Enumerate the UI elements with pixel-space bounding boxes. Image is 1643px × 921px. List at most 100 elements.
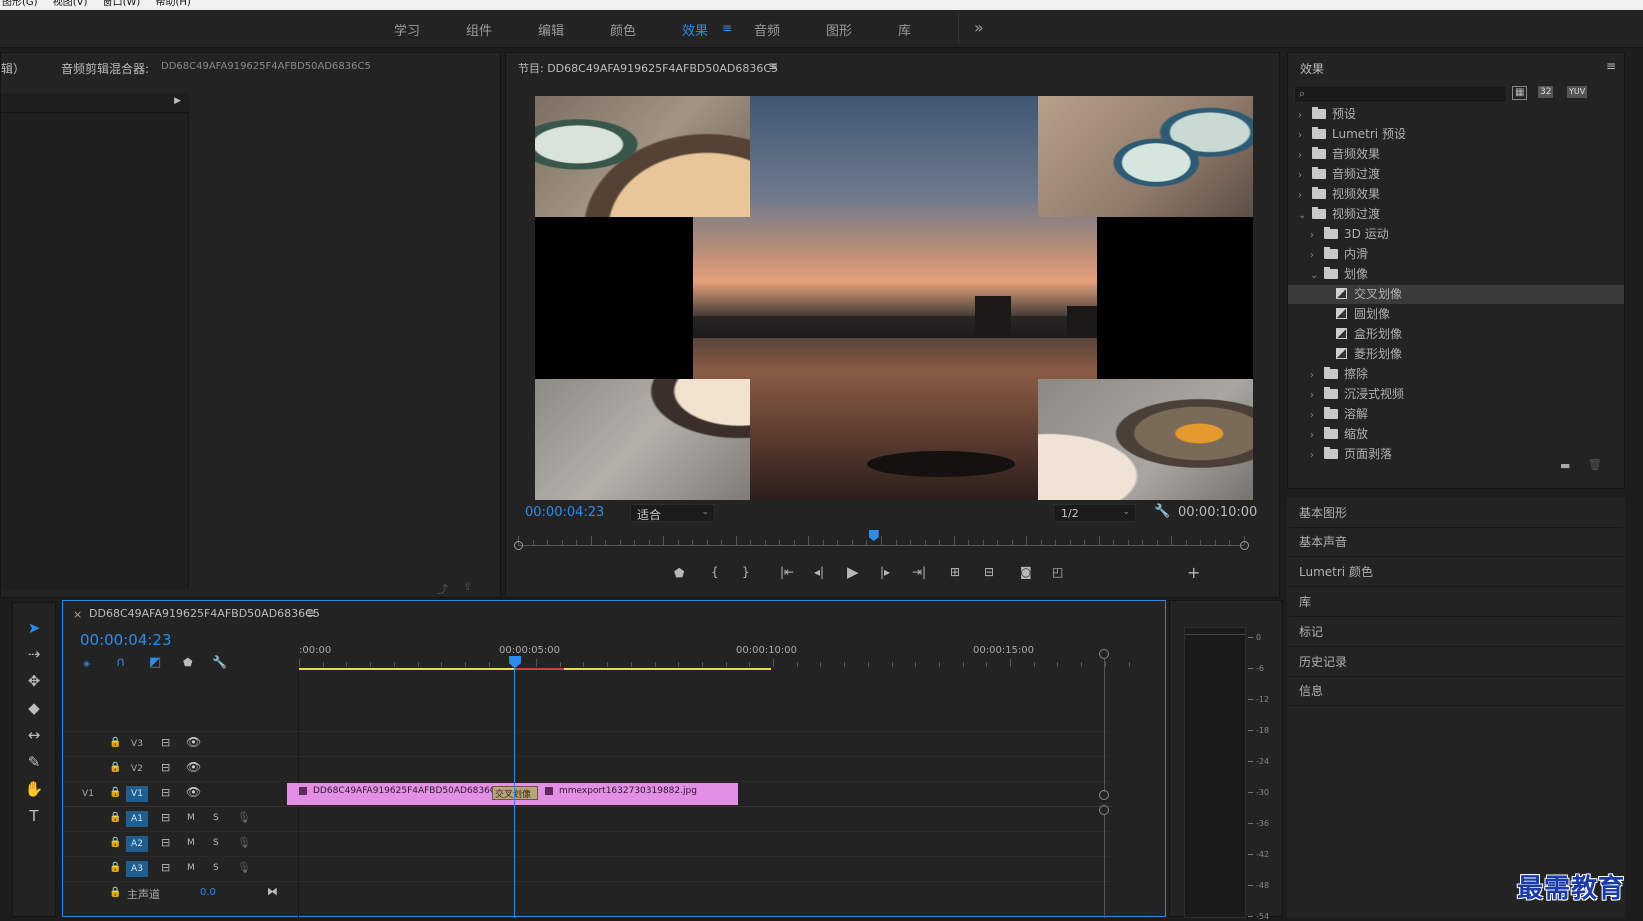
mixer-audio-icon[interactable]: ⤴	[437, 581, 448, 597]
effects-tree-item[interactable]: › 3D 运动	[1288, 225, 1624, 244]
delete-trash-icon[interactable]: 🗑	[1588, 458, 1602, 471]
settings-wrench-icon[interactable]: 🔧	[1154, 504, 1170, 519]
microphone-icon[interactable]: 🎙	[237, 811, 251, 824]
solo-button[interactable]: S	[213, 838, 219, 848]
track-target-a1[interactable]: A1	[126, 811, 148, 827]
go-to-out-icon[interactable]: ⇥|	[912, 565, 926, 579]
chevron-right-icon[interactable]: ›	[1298, 166, 1308, 185]
sync-lock-icon[interactable]: ⊟	[161, 786, 170, 799]
lock-icon[interactable]: 🔒	[109, 887, 121, 898]
razor-tool-icon[interactable]: ◆	[23, 697, 45, 719]
program-current-timecode[interactable]: 00:00:04:23	[525, 505, 604, 520]
chevron-right-icon[interactable]: ›	[1298, 106, 1308, 125]
sync-lock-icon[interactable]: ⊟	[161, 761, 170, 774]
effects-tree-item[interactable]: 菱形划像	[1288, 345, 1624, 364]
nest-sequence-icon[interactable]: ⚹	[83, 656, 90, 671]
32bit-effects-icon[interactable]: 32	[1538, 86, 1554, 98]
ripple-edit-tool-icon[interactable]: ✥	[23, 670, 45, 692]
source-tab-label[interactable]: 辑）	[1, 60, 25, 77]
effects-tree-item[interactable]: › 沉浸式视频	[1288, 385, 1624, 404]
step-forward-icon[interactable]: |▸	[880, 565, 890, 579]
slip-tool-icon[interactable]: ↔	[23, 724, 45, 746]
track-target-v2[interactable]: V2	[126, 761, 148, 777]
resolution-dropdown[interactable]: 1/2 ⌄	[1053, 504, 1136, 522]
effects-tree-item[interactable]: 圆划像	[1288, 305, 1624, 324]
mark-out-icon[interactable]: }	[742, 565, 750, 579]
chevron-right-icon[interactable]: ›	[1310, 246, 1320, 265]
eye-icon[interactable]: 👁	[186, 735, 201, 749]
export-frame-camera-icon[interactable]: ◙	[1020, 565, 1032, 579]
effects-panel-title[interactable]: 效果	[1300, 60, 1324, 77]
chevron-right-icon[interactable]: ›	[1298, 146, 1308, 165]
effects-tree-item[interactable]: › 溶解	[1288, 405, 1624, 424]
timeline-settings-wrench-icon[interactable]: 🔧	[212, 655, 227, 669]
microphone-icon[interactable]: 🎙	[237, 861, 251, 874]
snap-magnet-icon[interactable]: ∩	[116, 655, 126, 670]
panel-menu-icon[interactable]: ≡	[768, 59, 778, 73]
section-info[interactable]: 信息	[1289, 677, 1623, 706]
section-history[interactable]: 历史记录	[1289, 648, 1623, 677]
master-volume-value[interactable]: 0.0	[200, 887, 216, 898]
audio-scroll-handle-top[interactable]	[1099, 805, 1109, 815]
scrub-start-handle[interactable]	[514, 541, 523, 550]
effects-tree-item[interactable]: › 擦除	[1288, 365, 1624, 384]
mute-button[interactable]: M	[187, 863, 195, 873]
track-target-a3[interactable]: A3	[126, 861, 148, 877]
fit-dropdown[interactable]: 适合 ⌄	[630, 504, 715, 522]
workspace-tab-editing[interactable]: 编辑	[538, 20, 564, 39]
workspace-tab-learn[interactable]: 学习	[394, 20, 420, 39]
track-target-a2[interactable]: A2	[126, 836, 148, 852]
chevron-right-icon[interactable]: ›	[1310, 226, 1320, 245]
mute-button[interactable]: M	[187, 813, 195, 823]
effects-tree-item[interactable]: › 音频效果	[1288, 145, 1624, 164]
lock-icon[interactable]: 🔒	[109, 862, 121, 873]
mute-button[interactable]: M	[187, 838, 195, 848]
scrollbar-track[interactable]	[1104, 659, 1105, 792]
audio-scrollbar-track[interactable]	[1104, 815, 1105, 918]
panel-menu-icon[interactable]: ≡	[1606, 59, 1616, 73]
type-tool-icon[interactable]: T	[23, 805, 45, 827]
chevron-down-icon[interactable]: ⌄	[1298, 206, 1308, 225]
chevron-right-icon[interactable]: ›	[1310, 406, 1320, 425]
effects-tree-item[interactable]: › 内滑	[1288, 245, 1624, 264]
program-video-frame[interactable]	[535, 96, 1253, 500]
lock-icon[interactable]: 🔒	[109, 787, 121, 798]
menu-window[interactable]: 窗口(W)	[103, 0, 141, 8]
extract-icon[interactable]: ⊟	[984, 565, 994, 579]
timeline-ruler[interactable]: :00:00 00:00:05:00 00:00:10:00 00:00:15:…	[299, 639, 1145, 673]
yuv-effects-icon[interactable]: YUV	[1567, 86, 1588, 98]
hand-tool-icon[interactable]: ✋	[23, 778, 45, 800]
chevron-right-icon[interactable]: ›	[1310, 426, 1320, 445]
effects-tree-item[interactable]: 盒形划像	[1288, 325, 1624, 344]
program-monitor-title[interactable]: 节目: DD68C49AFA919625F4AFBD50AD6836C5	[518, 60, 778, 76]
sync-lock-icon[interactable]: ⊟	[161, 836, 170, 849]
chevron-right-icon[interactable]: ›	[1298, 126, 1308, 145]
lift-icon[interactable]: ⊞	[950, 565, 960, 579]
section-lumetri-color[interactable]: Lumetri 颜色	[1289, 558, 1623, 587]
clip-2[interactable]: mmexport1632730319882.jpg	[545, 783, 735, 805]
master-go-to-icon[interactable]: ⧓	[267, 885, 278, 898]
effects-tree-item[interactable]: › 预设	[1288, 105, 1624, 124]
panel-menu-icon[interactable]: ≡	[306, 606, 316, 620]
menu-graphics[interactable]: 图形(G)	[2, 0, 38, 8]
section-essential-graphics[interactable]: 基本图形	[1289, 499, 1623, 528]
effects-search-input[interactable]	[1313, 87, 1503, 101]
workspace-tab-color[interactable]: 颜色	[610, 20, 636, 39]
track-select-tool-icon[interactable]: ⇢	[23, 643, 45, 665]
add-marker-icon[interactable]: ⬟	[183, 656, 193, 669]
chevron-right-icon[interactable]: ›	[1310, 386, 1320, 405]
chevron-right-icon[interactable]: ›	[1310, 366, 1320, 385]
chevron-right-icon[interactable]: ›	[1298, 186, 1308, 205]
effects-tree-item[interactable]: › 页面剥落	[1288, 445, 1624, 464]
workspace-tab-libraries[interactable]: 库	[898, 20, 911, 39]
effects-tree-item[interactable]: ⌄ 划像	[1288, 265, 1624, 284]
add-button-icon[interactable]: +	[1187, 563, 1200, 582]
transition-clip[interactable]: 交叉划像	[492, 786, 538, 800]
step-back-icon[interactable]: ◂|	[814, 565, 824, 579]
new-bin-folder-icon[interactable]: ▬	[1560, 459, 1570, 472]
chevron-down-icon[interactable]: ⌄	[1310, 266, 1320, 285]
eye-icon[interactable]: 👁	[186, 785, 201, 799]
effects-tree-item[interactable]: › 视频效果	[1288, 185, 1624, 204]
go-to-in-icon[interactable]: |⇤	[780, 565, 794, 579]
menu-view[interactable]: 视图(V)	[53, 0, 88, 8]
